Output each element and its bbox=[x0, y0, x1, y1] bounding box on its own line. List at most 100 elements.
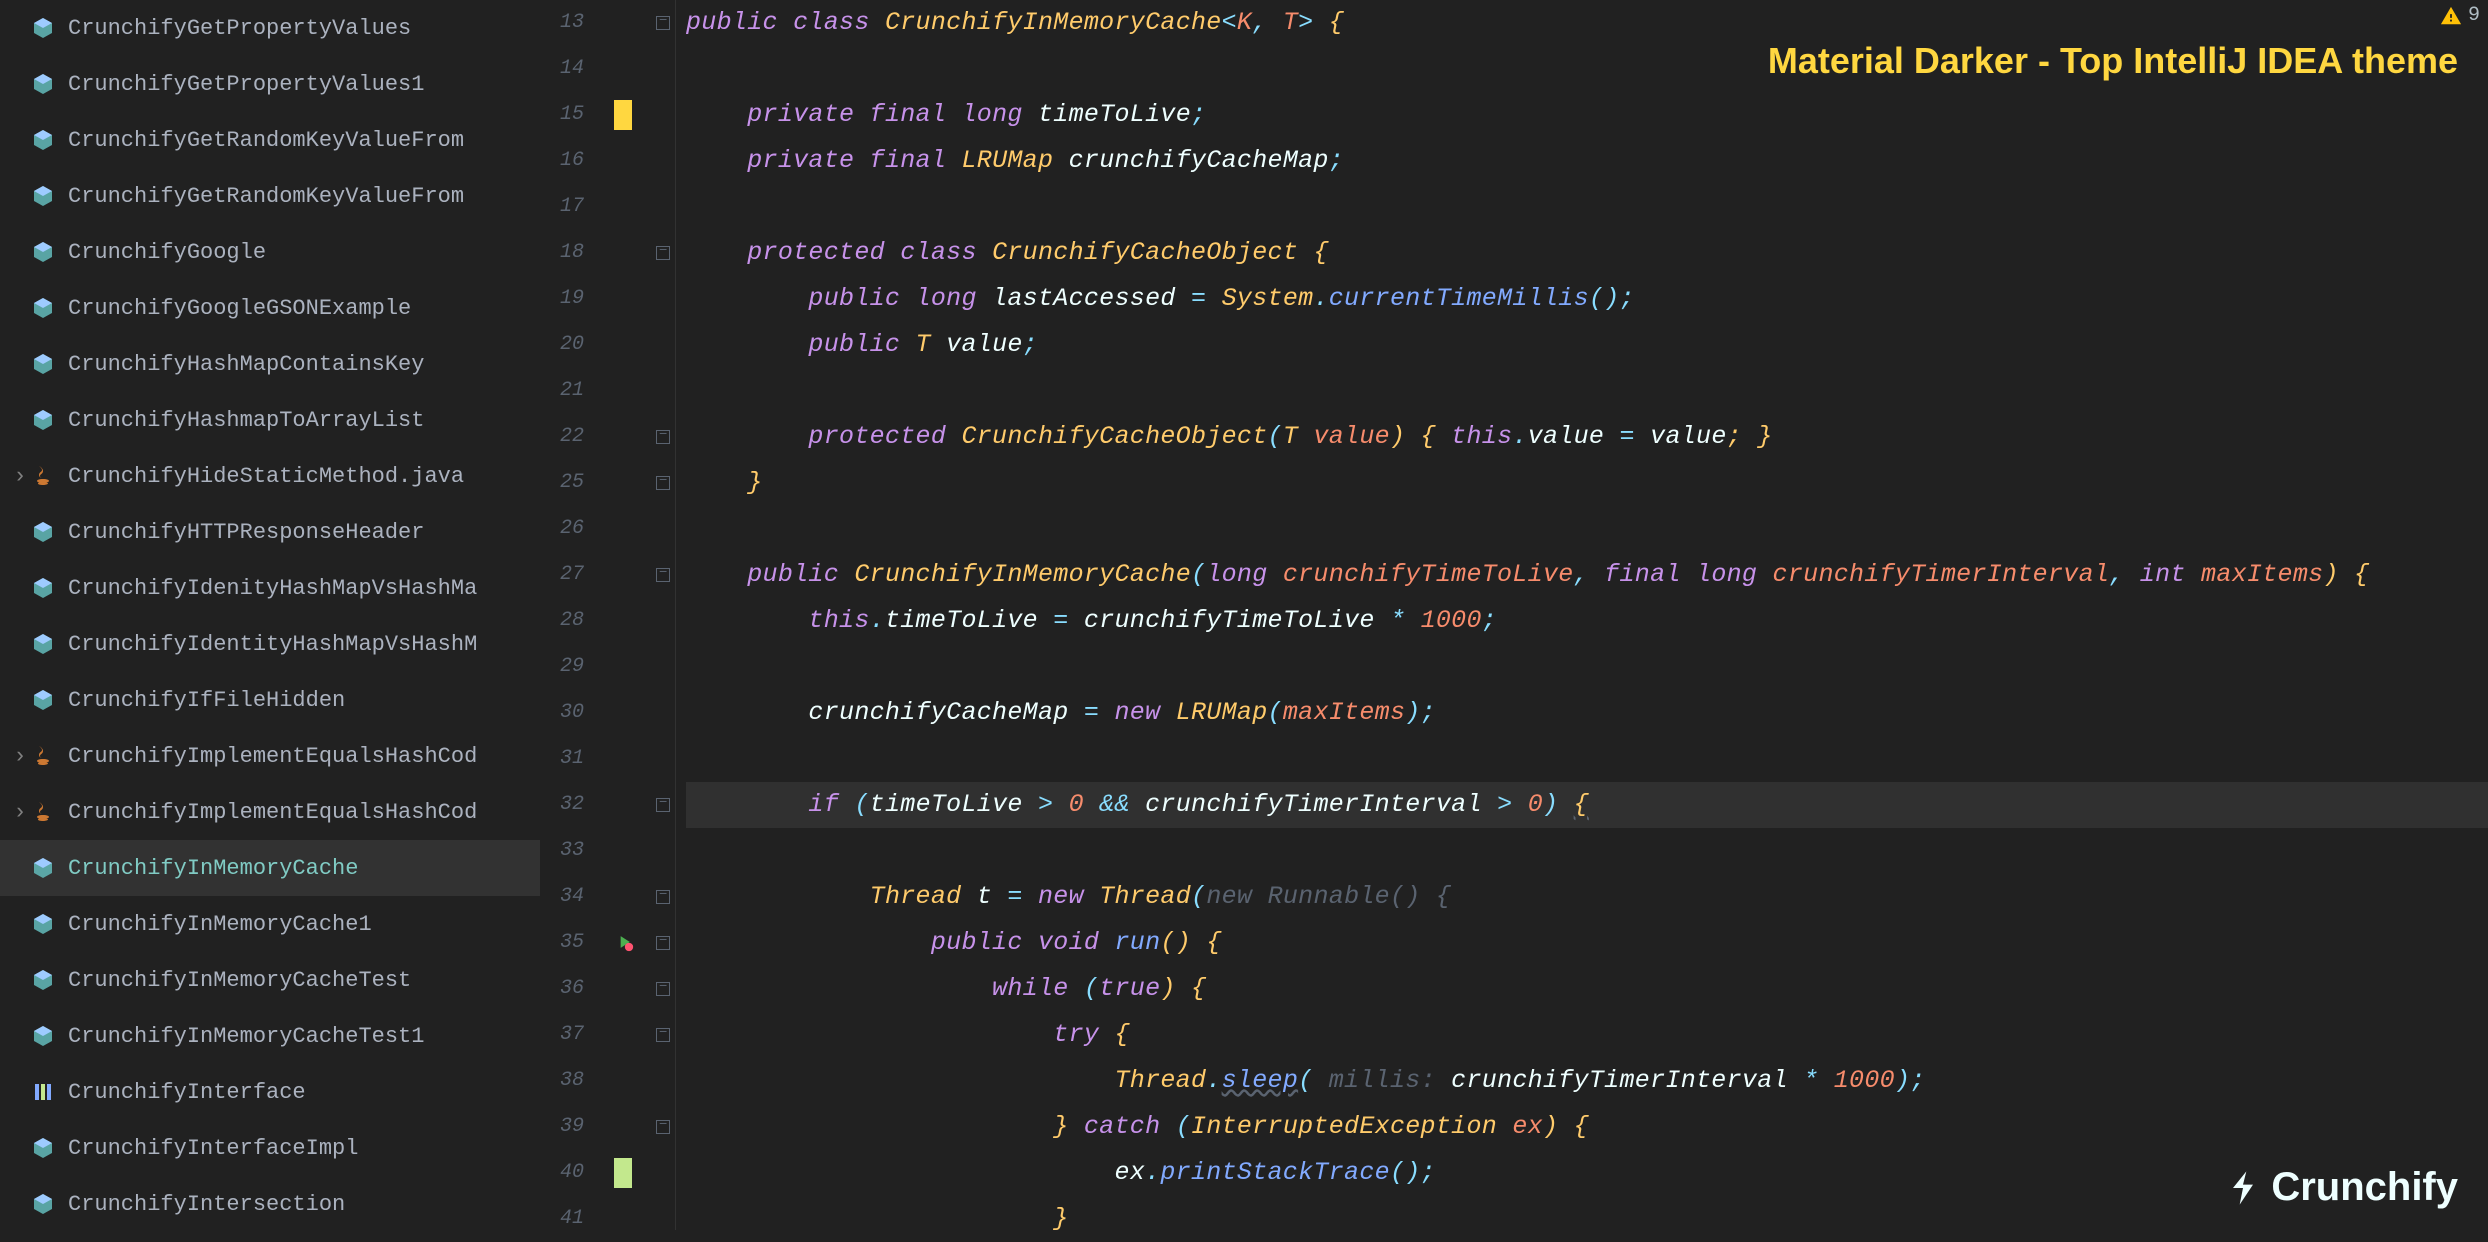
line-number[interactable]: 15 bbox=[540, 92, 584, 138]
line-number[interactable]: 33 bbox=[540, 828, 584, 874]
code-line[interactable]: Thread t = new Thread(new Runnable() { bbox=[686, 874, 2488, 920]
line-number[interactable]: 27 bbox=[540, 552, 584, 598]
file-item-crunchifyidentityhashmapvshashm[interactable]: CrunchifyIdentityHashMapVsHashM bbox=[0, 616, 540, 672]
code-line[interactable] bbox=[686, 644, 2488, 690]
file-item-crunchifyiffilehidden[interactable]: CrunchifyIfFileHidden bbox=[0, 672, 540, 728]
line-number[interactable]: 37 bbox=[540, 1012, 584, 1058]
line-number[interactable]: 18 bbox=[540, 230, 584, 276]
code-line[interactable]: crunchifyCacheMap = new LRUMap(maxItems)… bbox=[686, 690, 2488, 736]
chevron-right-icon[interactable]: › bbox=[10, 464, 30, 489]
code-line[interactable]: while (true) { bbox=[686, 966, 2488, 1012]
file-item-crunchifygetrandomkeyvaluefrom[interactable]: CrunchifyGetRandomKeyValueFrom bbox=[0, 168, 540, 224]
change-marker-yellow[interactable] bbox=[614, 100, 632, 130]
warning-badge[interactable]: 9 bbox=[2440, 4, 2480, 27]
line-number[interactable]: 30 bbox=[540, 690, 584, 736]
file-item-crunchifygooglegsonexample[interactable]: CrunchifyGoogleGSONExample bbox=[0, 280, 540, 336]
code-line[interactable] bbox=[686, 506, 2488, 552]
fold-toggle[interactable] bbox=[656, 1120, 670, 1134]
file-item-crunchifyhidestaticmethod-java[interactable]: ›CrunchifyHideStaticMethod.java bbox=[0, 448, 540, 504]
run-gutter-icon[interactable] bbox=[614, 932, 634, 958]
fold-toggle[interactable] bbox=[656, 568, 670, 582]
code-line[interactable]: Thread.sleep( millis: crunchifyTimerInte… bbox=[686, 1058, 2488, 1104]
file-item-crunchifyinterface[interactable]: CrunchifyInterface bbox=[0, 1064, 540, 1120]
line-number[interactable]: 25 bbox=[540, 460, 584, 506]
code-editor[interactable]: 1314151617181920212225262728293031323334… bbox=[540, 0, 2488, 1230]
line-number[interactable]: 38 bbox=[540, 1058, 584, 1104]
code-line[interactable]: protected class CrunchifyCacheObject { bbox=[686, 230, 2488, 276]
code-content[interactable]: 9 Material Darker - Top IntelliJ IDEA th… bbox=[676, 0, 2488, 1230]
code-line[interactable] bbox=[686, 828, 2488, 874]
file-item-crunchifyintersection[interactable]: CrunchifyIntersection bbox=[0, 1176, 540, 1230]
file-item-crunchifyhashmaptoarraylist[interactable]: CrunchifyHashmapToArrayList bbox=[0, 392, 540, 448]
code-line[interactable]: this.timeToLive = crunchifyTimeToLive * … bbox=[686, 598, 2488, 644]
line-number[interactable]: 39 bbox=[540, 1104, 584, 1150]
file-item-crunchifygetrandomkeyvaluefrom[interactable]: CrunchifyGetRandomKeyValueFrom bbox=[0, 112, 540, 168]
file-item-crunchifyinmemorycache1[interactable]: CrunchifyInMemoryCache1 bbox=[0, 896, 540, 952]
line-number[interactable]: 16 bbox=[540, 138, 584, 184]
file-item-crunchifygetpropertyvalues1[interactable]: CrunchifyGetPropertyValues1 bbox=[0, 56, 540, 112]
line-number[interactable]: 20 bbox=[540, 322, 584, 368]
line-number[interactable]: 35 bbox=[540, 920, 584, 966]
code-line[interactable]: } bbox=[686, 460, 2488, 506]
line-number[interactable]: 21 bbox=[540, 368, 584, 414]
line-number[interactable]: 31 bbox=[540, 736, 584, 782]
code-line[interactable]: try { bbox=[686, 1012, 2488, 1058]
file-item-crunchifyhashmapcontainskey[interactable]: CrunchifyHashMapContainsKey bbox=[0, 336, 540, 392]
line-number[interactable]: 19 bbox=[540, 276, 584, 322]
file-item-crunchifyinterfaceimpl[interactable]: CrunchifyInterfaceImpl bbox=[0, 1120, 540, 1176]
file-item-crunchifyimplementequalshashcod[interactable]: ›CrunchifyImplementEqualsHashCod bbox=[0, 784, 540, 840]
code-line[interactable]: ex.printStackTrace(); bbox=[686, 1150, 2488, 1196]
code-line[interactable]: private final long timeToLive; bbox=[686, 92, 2488, 138]
line-number[interactable]: 17 bbox=[540, 184, 584, 230]
fold-toggle[interactable] bbox=[656, 246, 670, 260]
chevron-right-icon[interactable]: › bbox=[10, 800, 30, 825]
fold-toggle[interactable] bbox=[656, 430, 670, 444]
line-number[interactable]: 40 bbox=[540, 1150, 584, 1196]
code-line[interactable]: } catch (InterruptedException ex) { bbox=[686, 1104, 2488, 1150]
class-file-icon bbox=[30, 15, 56, 41]
code-line[interactable] bbox=[686, 184, 2488, 230]
fold-toggle[interactable] bbox=[656, 798, 670, 812]
fold-toggle[interactable] bbox=[656, 936, 670, 950]
code-line[interactable] bbox=[686, 368, 2488, 414]
code-line[interactable]: public CrunchifyInMemoryCache(long crunc… bbox=[686, 552, 2488, 598]
line-number[interactable]: 13 bbox=[540, 0, 584, 46]
fold-toggle[interactable] bbox=[656, 982, 670, 996]
file-item-crunchifygetpropertyvalues[interactable]: CrunchifyGetPropertyValues bbox=[0, 0, 540, 56]
code-line[interactable]: public T value; bbox=[686, 322, 2488, 368]
line-number[interactable]: 32 bbox=[540, 782, 584, 828]
file-item-crunchifyinmemorycachetest1[interactable]: CrunchifyInMemoryCacheTest1 bbox=[0, 1008, 540, 1064]
fold-column[interactable] bbox=[652, 0, 676, 1230]
code-line[interactable]: public long lastAccessed = System.curren… bbox=[686, 276, 2488, 322]
code-line[interactable]: public void run() { bbox=[686, 920, 2488, 966]
code-line[interactable]: protected CrunchifyCacheObject(T value) … bbox=[686, 414, 2488, 460]
line-number[interactable]: 41 bbox=[540, 1196, 584, 1242]
change-marker-green[interactable] bbox=[614, 1158, 632, 1188]
file-item-crunchifyimplementequalshashcod[interactable]: ›CrunchifyImplementEqualsHashCod bbox=[0, 728, 540, 784]
code-line[interactable] bbox=[686, 736, 2488, 782]
file-item-crunchifyhttpresponseheader[interactable]: CrunchifyHTTPResponseHeader bbox=[0, 504, 540, 560]
line-number[interactable]: 22 bbox=[540, 414, 584, 460]
marker-column bbox=[602, 0, 652, 1230]
fold-toggle[interactable] bbox=[656, 1028, 670, 1042]
file-name-label: CrunchifyHashMapContainsKey bbox=[68, 352, 424, 377]
project-sidebar[interactable]: CrunchifyGetPropertyValuesCrunchifyGetPr… bbox=[0, 0, 540, 1230]
fold-toggle[interactable] bbox=[656, 476, 670, 490]
code-line[interactable]: if (timeToLive > 0 && crunchifyTimerInte… bbox=[686, 782, 2488, 828]
file-item-crunchifygoogle[interactable]: CrunchifyGoogle bbox=[0, 224, 540, 280]
class-file-icon bbox=[30, 1135, 56, 1161]
file-item-crunchifyidenityhashmapvshashma[interactable]: CrunchifyIdenityHashMapVsHashMa bbox=[0, 560, 540, 616]
line-number[interactable]: 26 bbox=[540, 506, 584, 552]
code-line[interactable]: } bbox=[686, 1196, 2488, 1230]
fold-toggle[interactable] bbox=[656, 16, 670, 30]
line-number[interactable]: 14 bbox=[540, 46, 584, 92]
chevron-right-icon[interactable]: › bbox=[10, 744, 30, 769]
fold-toggle[interactable] bbox=[656, 890, 670, 904]
code-line[interactable]: private final LRUMap crunchifyCacheMap; bbox=[686, 138, 2488, 184]
file-item-crunchifyinmemorycache[interactable]: CrunchifyInMemoryCache bbox=[0, 840, 540, 896]
line-number[interactable]: 36 bbox=[540, 966, 584, 1012]
file-item-crunchifyinmemorycachetest[interactable]: CrunchifyInMemoryCacheTest bbox=[0, 952, 540, 1008]
line-number[interactable]: 29 bbox=[540, 644, 584, 690]
line-number[interactable]: 28 bbox=[540, 598, 584, 644]
line-number[interactable]: 34 bbox=[540, 874, 584, 920]
